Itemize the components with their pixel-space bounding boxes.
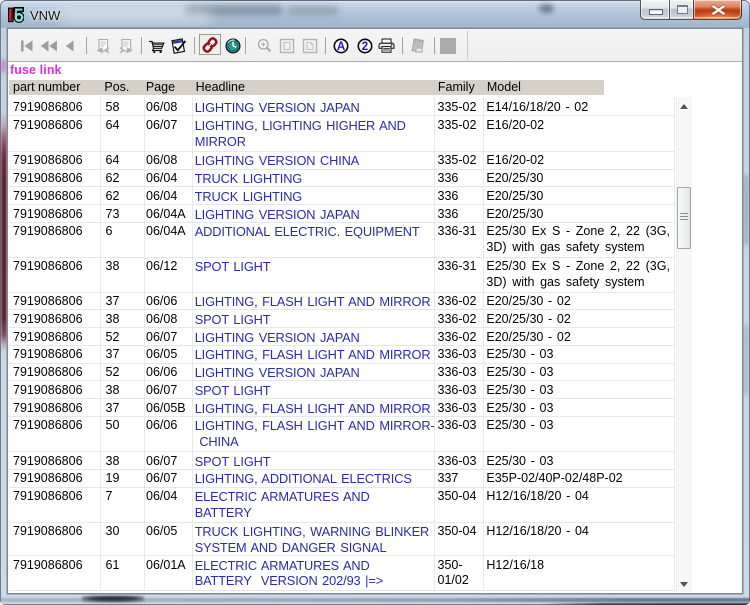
svg-text:A: A	[337, 41, 345, 53]
svg-text:2: 2	[361, 41, 367, 53]
